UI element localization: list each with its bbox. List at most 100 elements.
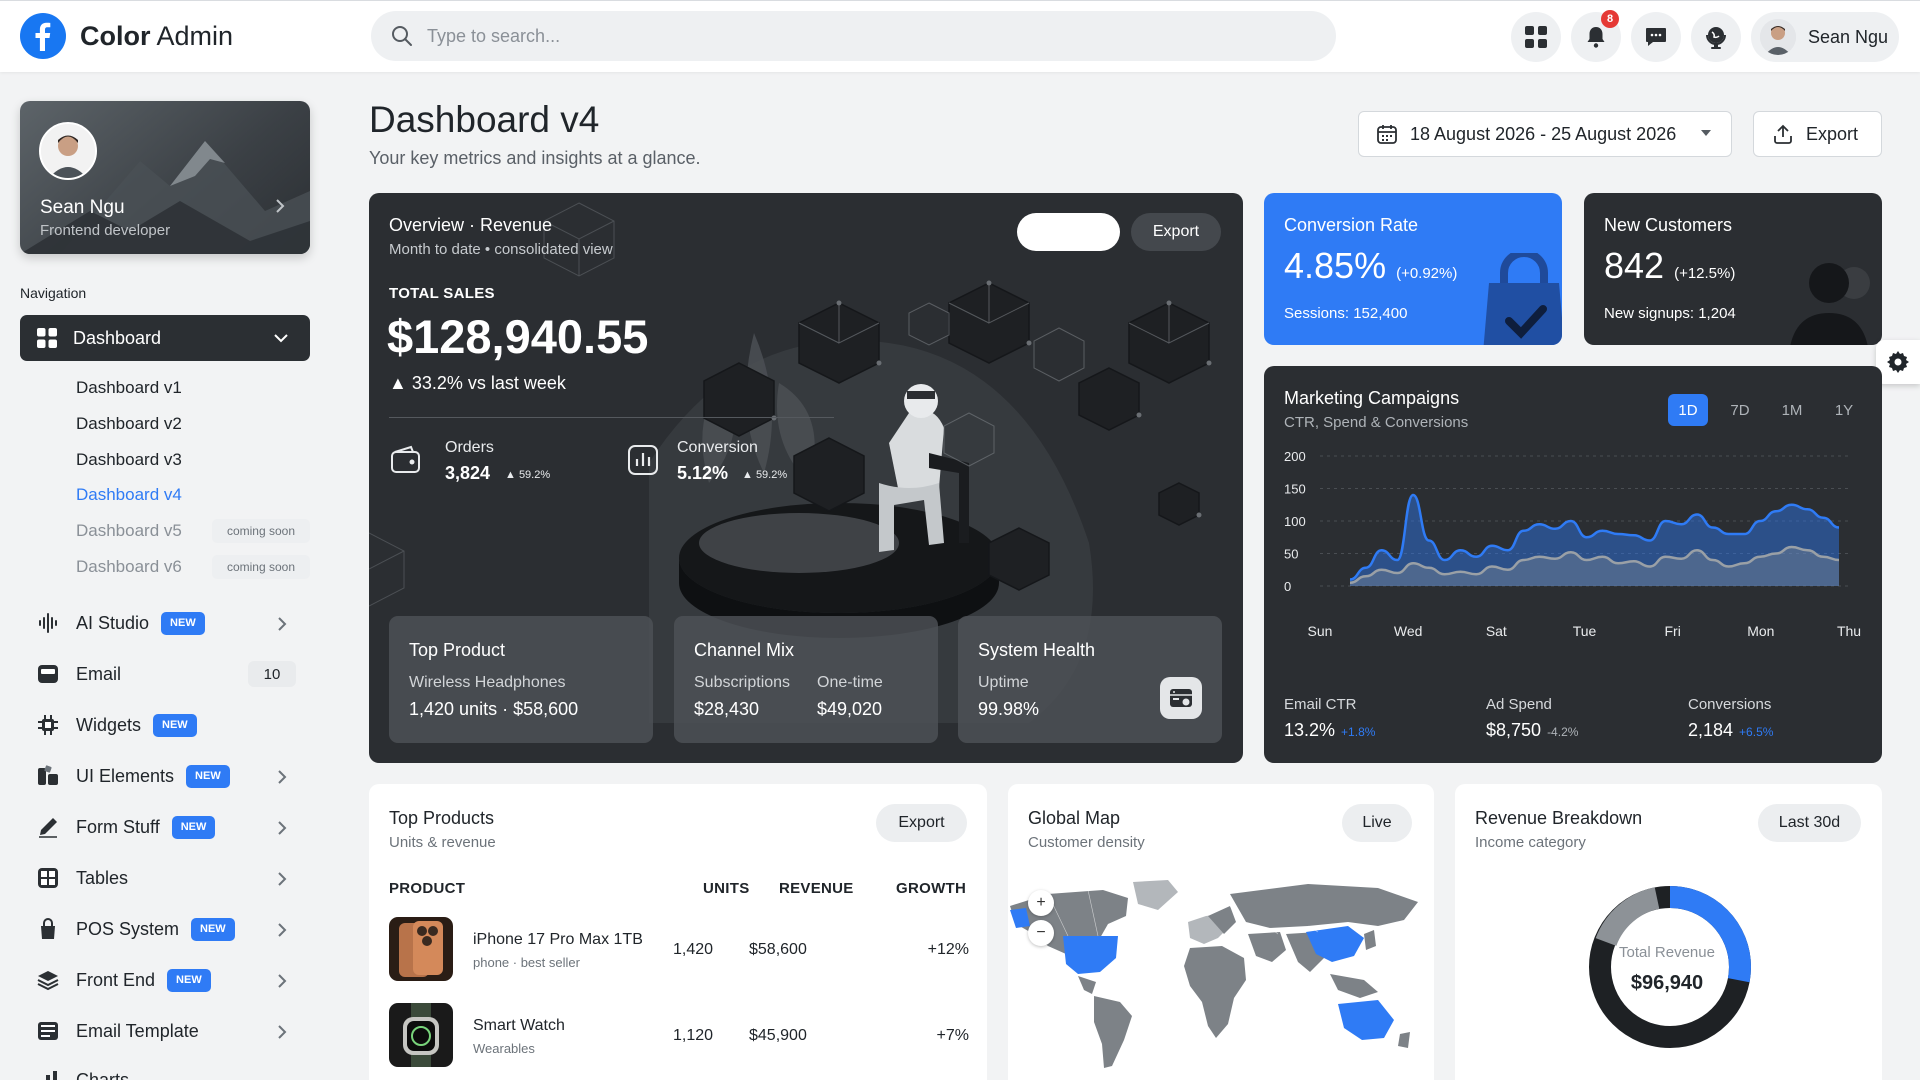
sidebar-item-front-end[interactable]: Front End NEW: [36, 963, 311, 997]
col-revenue: REVENUE: [779, 880, 854, 897]
product-growth: +7%: [936, 1027, 969, 1044]
tile-label: Uptime: [978, 674, 1029, 691]
sidebar-item-label: Front End: [76, 969, 156, 990]
sidebar-item-tables[interactable]: Tables: [36, 861, 311, 895]
wallet-icon: [391, 445, 420, 473]
email-count-badge: 10: [248, 661, 296, 687]
new-badge: NEW: [153, 713, 197, 737]
product-units: 1,420: [673, 941, 714, 958]
chevron-right-icon: [278, 821, 287, 835]
revenue-overview-card: Overview · Revenue Month to date • conso…: [369, 193, 1243, 763]
search-bar[interactable]: [371, 11, 1336, 61]
live-button[interactable]: Live: [1342, 804, 1412, 842]
notifications-button[interactable]: 8: [1571, 10, 1621, 62]
y-tick-label: 150: [1284, 482, 1306, 497]
new-badge: NEW: [186, 764, 230, 788]
sidebar-item-email-template[interactable]: Email Template: [36, 1014, 311, 1048]
tile-value: 1,420 units · $58,600: [409, 699, 579, 719]
search-input[interactable]: [427, 25, 1227, 47]
sidebar-subitem-dashboard-v2[interactable]: Dashboard v2: [76, 414, 182, 434]
sidebar-item-email[interactable]: Email 10: [36, 657, 311, 691]
top-products-export-button[interactable]: Export: [876, 804, 967, 842]
profile-card[interactable]: Sean Ngu Frontend developer: [20, 101, 310, 254]
theme-settings-button[interactable]: [1876, 340, 1920, 384]
user-menu[interactable]: Sean Ngu: [1751, 12, 1899, 62]
gear-icon: [1887, 351, 1909, 373]
date-range-picker[interactable]: 18 August 2026 - 25 August 2026: [1358, 111, 1732, 157]
product-image: [389, 1003, 453, 1067]
conversion-delta: ▲ 59.2%: [742, 469, 788, 481]
users-icon: [1790, 263, 1870, 345]
coming-soon-badge: coming soon: [212, 555, 310, 579]
revenue-export-button[interactable]: Export: [1131, 213, 1221, 251]
brand[interactable]: Color Admin: [20, 13, 233, 59]
revenue-card-subtitle: Month to date • consolidated view: [389, 241, 613, 258]
system-health-tile[interactable]: System Health Uptime 99.98%: [958, 616, 1222, 743]
y-tick-label: 50: [1284, 547, 1298, 562]
range-7d-button[interactable]: 7D: [1720, 394, 1760, 426]
marketing-campaigns-card: Marketing Campaigns CTR, Spend & Convers…: [1264, 366, 1882, 763]
sidebar-subitem-dashboard-v4[interactable]: Dashboard v4: [76, 485, 182, 505]
pen-icon: [36, 815, 60, 839]
x-tick-label: Fri: [1665, 623, 1681, 639]
chevron-right-icon: [278, 923, 287, 937]
range-1m-button[interactable]: 1M: [1772, 394, 1812, 426]
channel-mix-tile[interactable]: Channel Mix Subscriptions $28,430 One-ti…: [674, 616, 938, 743]
x-tick-label: Wed: [1394, 623, 1423, 639]
col-growth: GROWTH: [896, 880, 967, 897]
donut-gray-segment: [1595, 887, 1660, 947]
table-row[interactable]: iPhone 17 Pro Max 1TB phone · best selle…: [389, 917, 969, 983]
sidebar-item-label: Charts: [76, 1069, 130, 1080]
page-subtitle: Your key metrics and insights at a glanc…: [369, 148, 701, 168]
y-tick-label: 200: [1284, 449, 1306, 464]
marketing-title: Marketing Campaigns: [1284, 388, 1460, 408]
globe-button[interactable]: [1691, 12, 1741, 62]
last-30d-button[interactable]: Last 30d: [1758, 804, 1861, 842]
y-tick-label: 100: [1284, 514, 1306, 529]
top-header: Color Admin 8 Sean Ngu: [0, 0, 1920, 72]
sidebar-item-ui-elements[interactable]: UI Elements NEW: [36, 759, 311, 793]
range-1y-button[interactable]: 1Y: [1824, 394, 1864, 426]
orders-delta: ▲ 59.2%: [505, 469, 551, 481]
chevron-right-icon: [278, 872, 287, 886]
total-sales-delta: ▲ 33.2% vs last week: [389, 373, 566, 393]
top-product-tile[interactable]: Top Product Wireless Headphones 1,420 un…: [389, 616, 653, 743]
ad-spend-value: $8,750 -4.2%: [1486, 720, 1579, 740]
sidebar-item-widgets[interactable]: Widgets NEW: [36, 708, 311, 742]
apps-grid-button[interactable]: [1511, 12, 1561, 62]
export-button[interactable]: Export: [1753, 111, 1882, 157]
table-row[interactable]: Smart Watch Wearables 1,120 $45,900 +7%: [389, 1003, 969, 1069]
revenue-toggle-pill[interactable]: [1017, 213, 1120, 251]
profile-avatar: [39, 122, 97, 180]
conversion-value: 5.12%: [677, 463, 729, 483]
sidebar-item-form-stuff[interactable]: Form Stuff NEW: [36, 810, 311, 844]
marketing-area-chart: 0 50 100 150 200 Sun Wed Sat Tue Fri Mon Thu: [1284, 449, 1861, 639]
tile-title: Channel Mix: [694, 640, 795, 660]
new-badge: NEW: [161, 611, 205, 635]
sidebar-item-pos-system[interactable]: POS System NEW: [36, 912, 311, 946]
tile-label: Wireless Headphones: [409, 674, 566, 691]
sidebar-subitem-dashboard-v1[interactable]: Dashboard v1: [76, 378, 182, 398]
revenue-breakdown-title: Revenue Breakdown: [1475, 808, 1643, 828]
new-badge: NEW: [191, 917, 235, 941]
sidebar-subitem-dashboard-v3[interactable]: Dashboard v3: [76, 450, 182, 470]
bar-chart-icon: [36, 1068, 60, 1080]
chevron-right-icon: [278, 617, 287, 631]
product-name: iPhone 17 Pro Max 1TB: [473, 931, 643, 948]
messages-button[interactable]: [1631, 12, 1681, 62]
sidebar-item-label: POS System: [76, 918, 180, 939]
sidebar-item-ai-studio[interactable]: AI Studio NEW: [36, 606, 311, 640]
sidebar-item-dashboard[interactable]: Dashboard: [20, 315, 310, 361]
zoom-out-button[interactable]: −: [1028, 920, 1054, 946]
table-grid-icon: [36, 866, 60, 890]
orders-value: 3,824: [445, 463, 491, 483]
total-sales-label: TOTAL SALES: [389, 285, 495, 302]
range-1d-button[interactable]: 1D: [1668, 394, 1708, 426]
grid-icon: [1525, 26, 1547, 48]
conversion-value: 4.85% (+0.92%): [1284, 245, 1458, 286]
product-category: Wearables: [473, 1041, 535, 1056]
sidebar-item-charts[interactable]: Charts: [36, 1063, 311, 1080]
zoom-in-button[interactable]: +: [1028, 890, 1054, 916]
top-products-card: Top Products Units & revenue Export PROD…: [369, 784, 987, 1080]
server-settings-icon: [1160, 677, 1202, 719]
